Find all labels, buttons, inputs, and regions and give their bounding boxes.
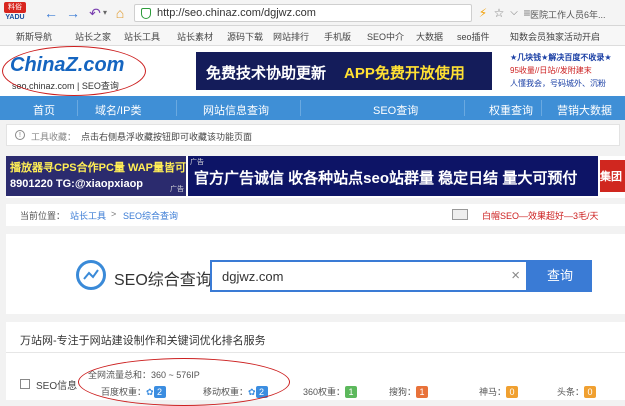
browser-logo-badge: 料俗 (4, 2, 26, 13)
nav-divider (176, 100, 177, 116)
breadcrumb-prefix: 当前位置： (20, 211, 66, 221)
address-bar[interactable]: http://seo.chinaz.com/dgjwz.com (134, 4, 472, 22)
seo-info-section: SEO信息 (20, 376, 78, 392)
header-ad-text-a: 免费技术协助更新 (206, 65, 327, 82)
main-nav: 首页 域名/IP类 网站信息查询 SEO查询 权重查询 营销大数据 (0, 96, 625, 120)
banner-left-tag: 广告 (170, 186, 184, 193)
header-promo[interactable]: ★几块钱★解决百度不收录★ 95收量//日站//发附建末 人懂我会，号码城外、沉… (510, 52, 625, 90)
notice-label: 工具收藏： (31, 132, 77, 142)
result-divider (6, 352, 625, 353)
browser-toolbar: 料俗 YADU ← → ↶ ▾ ⌂ http://seo.chinaz.com/… (0, 0, 625, 26)
ad-banner: 播放器寻CPS合作PC量 WAP量皆可 8901220 TG:@xiaopxia… (6, 156, 625, 198)
nav-divider (77, 100, 78, 116)
nav-divider (464, 100, 465, 116)
nav-divider (300, 100, 301, 116)
banner-main-text: 官方广告诚信 收各种站点seo站群量 稳定日结 量大可预付 (194, 170, 578, 187)
bookmark-item[interactable]: 知数会员独家活动开启 (510, 30, 625, 43)
nav-item-weight[interactable]: 权重查询 (489, 102, 533, 118)
browser-logo-text: YADU (5, 14, 25, 21)
nav-item-seo[interactable]: SEO查询 (373, 102, 418, 118)
banner-right-tag: 广告 (190, 159, 204, 166)
bookmark-item[interactable]: 站长素材 (177, 30, 213, 43)
clear-icon[interactable]: × (511, 267, 520, 284)
search-panel: SEO综合查询 dgjwz.com × 查询 (6, 234, 625, 314)
lightning-icon[interactable]: ⚡ (476, 3, 490, 23)
result-panel: 万站网-专注于网站建设制作和关键词优化排名服务 SEO信息 全网流量总和：360… (6, 322, 625, 406)
dropdown-caret-icon[interactable]: ▾ (101, 3, 109, 23)
favorite-notice: ! 工具收藏： 点击右侧悬浮收藏按钮即可收藏该功能页面 (6, 124, 620, 146)
site-description: 万站网-专注于网站建设制作和关键词优化排名服务 (20, 335, 266, 347)
notice-text: 点击右侧悬浮收藏按钮即可收藏该功能页面 (81, 132, 253, 142)
seo-info-label: SEO信息 (36, 381, 78, 392)
chevron-down-icon[interactable]: ⌵ (508, 3, 520, 23)
banner-left-ad[interactable]: 播放器寻CPS合作PC量 WAP量皆可 8901220 TG:@xiaopxia… (6, 156, 186, 196)
nav-item-home[interactable]: 首页 (33, 102, 55, 118)
weight-badge: 1 (416, 386, 429, 398)
breadcrumb-separator: > (111, 209, 117, 219)
home-icon[interactable]: ⌂ (111, 3, 129, 23)
bookmark-item[interactable]: 大数据 (416, 30, 443, 43)
search-input-value[interactable]: dgjwz.com (222, 269, 283, 284)
weight-badge: 1 (345, 386, 358, 398)
weight-label: 神马： (479, 387, 507, 397)
site-header: ChinaZ.com seo.chinaz.com | SEO查询 免费技术协助… (0, 46, 625, 96)
list-icon (20, 379, 30, 389)
bookmark-item[interactable]: 网站排行 (273, 30, 309, 43)
layout-toggle-icon[interactable] (452, 209, 468, 220)
nav-item-site-info[interactable]: 网站信息查询 (203, 102, 269, 118)
bookmark-item[interactable]: SEO中介 (367, 30, 404, 43)
banner-main-ad[interactable]: 广告 官方广告诚信 收各种站点seo站群量 稳定日结 量大可预付 (188, 156, 598, 196)
star-icon[interactable]: ☆ (492, 3, 506, 23)
back-arrow-icon[interactable]: ← (42, 3, 60, 23)
weight-label: 搜狗： (389, 387, 417, 397)
annotation-circle (78, 358, 290, 406)
weight-badge: 0 (506, 386, 519, 398)
weight-label: 360权重： (303, 387, 346, 397)
info-icon: ! (15, 130, 25, 140)
promo-line-3: 人懂我会，号码城外、沉粉 (510, 79, 606, 88)
bookmark-item[interactable]: seo插件 (457, 30, 490, 43)
bookmark-item[interactable]: 站长之家 (75, 30, 111, 43)
nav-divider (541, 100, 542, 116)
search-button[interactable]: 查询 (528, 260, 592, 292)
weight-label: 头条： (557, 387, 585, 397)
promo-line-2: 95收量//日站//发附建末 (510, 66, 592, 75)
bookmark-item[interactable]: 新斯导航 (16, 30, 52, 43)
browser-logo[interactable]: 料俗 YADU (4, 2, 26, 24)
weight-item[interactable]: 神马： 0 (479, 385, 519, 398)
bookmark-item[interactable]: 站长工具 (124, 30, 160, 43)
banner-end-text: 集团 (600, 171, 622, 183)
weight-item[interactable]: 头条： 0 (557, 385, 597, 398)
breadcrumb-link-seo[interactable]: SEO综合查询 (123, 209, 178, 222)
search-title: SEO综合查询 (114, 272, 212, 289)
annotation-circle (2, 46, 146, 96)
nav-item-marketing[interactable]: 营销大数据 (557, 102, 612, 118)
secure-shield-icon (141, 8, 151, 19)
header-ad-text-b: APP免费开放使用 (344, 65, 465, 82)
bookmarks-bar: 新斯导航 站长之家 站长工具 站长素材 源码下载 网站排行 手机版 SEO中介 … (0, 26, 625, 46)
url-text[interactable]: http://seo.chinaz.com/dgjwz.com (157, 7, 316, 19)
banner-left-line-2: 8901220 TG:@xiaopxiaop (10, 178, 144, 190)
seo-chart-icon (76, 260, 106, 290)
weight-badge: 0 (584, 386, 597, 398)
header-ad[interactable]: 免费技术协助更新 APP免费开放使用 (196, 52, 492, 90)
bookmark-item[interactable]: 手机版 (324, 30, 351, 43)
search-input[interactable]: dgjwz.com × (210, 260, 528, 292)
nav-item-domain-ip[interactable]: 域名/IP类 (95, 102, 141, 118)
weight-item[interactable]: 搜狗： 1 (389, 385, 429, 398)
banner-end-ad[interactable]: 集团 (600, 160, 625, 192)
bookmark-item[interactable]: 源码下载 (227, 30, 263, 43)
promo-line-1: ★几块钱★解决百度不收录★ (510, 53, 612, 62)
forward-arrow-icon[interactable]: → (64, 3, 82, 23)
breadcrumb: 当前位置： 站长工具 > SEO综合查询 白帽SEO—效果超好—3毛/天 (6, 204, 625, 226)
banner-left-line-1: 播放器寻CPS合作PC量 WAP量皆可 (10, 162, 187, 174)
breadcrumb-promo[interactable]: 白帽SEO—效果超好—3毛/天 (482, 209, 599, 222)
weight-item[interactable]: 360权重： 1 (303, 385, 358, 398)
status-text: 医院工作人员6年... (530, 10, 606, 20)
breadcrumb-link-tools[interactable]: 站长工具 (70, 209, 106, 222)
